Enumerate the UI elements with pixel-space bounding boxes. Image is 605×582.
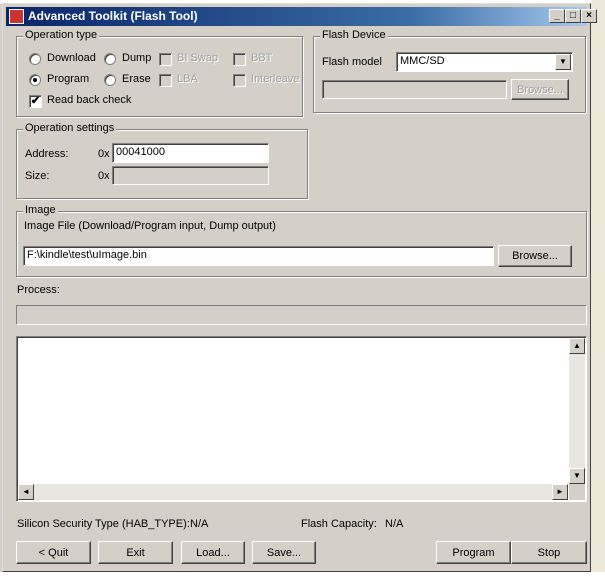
scroll-right-icon[interactable]: ► [552, 484, 568, 500]
chevron-down-icon[interactable]: ▼ [555, 54, 571, 70]
scroll-left-icon[interactable]: ◄ [18, 484, 34, 500]
checkmark-icon: ✔ [30, 95, 41, 107]
program-radio[interactable] [29, 74, 41, 86]
operation-settings-group: Operation settings Address: 0x 00041000 … [16, 122, 308, 199]
download-label: Download [47, 52, 96, 64]
flash-model-select[interactable]: MMC/SD ▼ [396, 52, 573, 72]
flash-model-label: Flash model [322, 56, 382, 68]
flash-model-value: MMC/SD [400, 55, 445, 67]
maximize-button[interactable]: □ [565, 9, 581, 23]
save-button[interactable]: Save... [252, 541, 316, 564]
flash-device-path-field [322, 80, 507, 99]
operation-type-group: Operation type Download Dump BI Swap BBT… [16, 29, 303, 117]
address-label: Address: [25, 148, 69, 160]
load-button[interactable]: Load... [181, 541, 245, 564]
quit-button[interactable]: < Quit [16, 541, 91, 564]
stop-button[interactable]: Stop [511, 541, 587, 564]
dump-radio[interactable] [104, 53, 116, 65]
operation-settings-title: Operation settings [23, 122, 117, 134]
image-title: Image [23, 204, 58, 216]
bbt-label: BBT [251, 52, 273, 64]
address-input[interactable]: 00041000 [112, 143, 269, 163]
close-button[interactable]: × [581, 9, 597, 23]
process-label: Process: [17, 284, 60, 296]
interleave-label: Interleave [251, 73, 300, 85]
security-type-label: Silicon Security Type (HAB_TYPE): [17, 518, 190, 530]
flash-device-browse-button[interactable]: Browse... [511, 79, 569, 100]
size-label: Size: [25, 170, 50, 182]
erase-radio[interactable] [104, 74, 116, 86]
operation-type-title: Operation type [23, 29, 100, 41]
bi-swap-label: BI Swap [177, 52, 218, 64]
image-file-description: Image File (Download/Program input, Dump… [24, 220, 276, 232]
size-input[interactable] [112, 166, 269, 185]
program-button[interactable]: Program [436, 541, 511, 564]
address-prefix: 0x [98, 148, 110, 160]
scroll-down-icon[interactable]: ▼ [569, 468, 585, 484]
app-icon [9, 9, 24, 24]
scrollbar-corner [569, 484, 585, 500]
image-browse-button[interactable]: Browse... [498, 245, 572, 267]
bbt-checkbox[interactable] [233, 53, 246, 66]
image-path-input[interactable]: F:\kindle\test\uImage.bin [23, 246, 494, 266]
erase-label: Erase [122, 73, 151, 85]
lba-checkbox[interactable] [159, 74, 172, 87]
dump-label: Dump [122, 52, 152, 64]
window-title: Advanced Toolkit (Flash Tool) [28, 9, 198, 23]
minimize-button[interactable]: _ [549, 9, 565, 23]
flash-tool-window: Advanced Toolkit (Flash Tool) _ □ × Oper… [2, 3, 597, 572]
lba-label: LBA [177, 73, 198, 85]
image-group: Image Image File (Download/Program input… [16, 204, 587, 277]
flash-capacity-label: Flash Capacity: [301, 518, 377, 530]
interleave-checkbox[interactable] [233, 74, 246, 87]
program-label: Program [47, 73, 90, 85]
size-prefix: 0x [98, 170, 110, 182]
process-progress-bar [16, 305, 587, 325]
flash-device-title: Flash Device [320, 29, 388, 41]
scroll-up-icon[interactable]: ▲ [569, 338, 585, 354]
bi-swap-checkbox[interactable] [159, 53, 172, 66]
desktop-background-bottom [0, 572, 605, 582]
read-back-check-checkbox[interactable]: ✔ [29, 95, 42, 108]
security-type-value: N/A [190, 518, 209, 530]
desktop-background-right [591, 0, 605, 582]
flash-device-group: Flash Device Flash model MMC/SD ▼ Browse… [313, 29, 586, 113]
title-bar[interactable]: Advanced Toolkit (Flash Tool) _ □ × [6, 7, 597, 26]
horizontal-scrollbar[interactable] [18, 484, 567, 500]
vertical-scrollbar[interactable] [569, 338, 585, 484]
download-radio[interactable] [29, 53, 41, 65]
flash-capacity-value: N/A [385, 518, 404, 530]
read-back-check-label: Read back check [47, 94, 132, 106]
exit-button[interactable]: Exit [98, 541, 173, 564]
log-output-area[interactable]: ▲ ▼ ◄ ► [16, 336, 587, 502]
